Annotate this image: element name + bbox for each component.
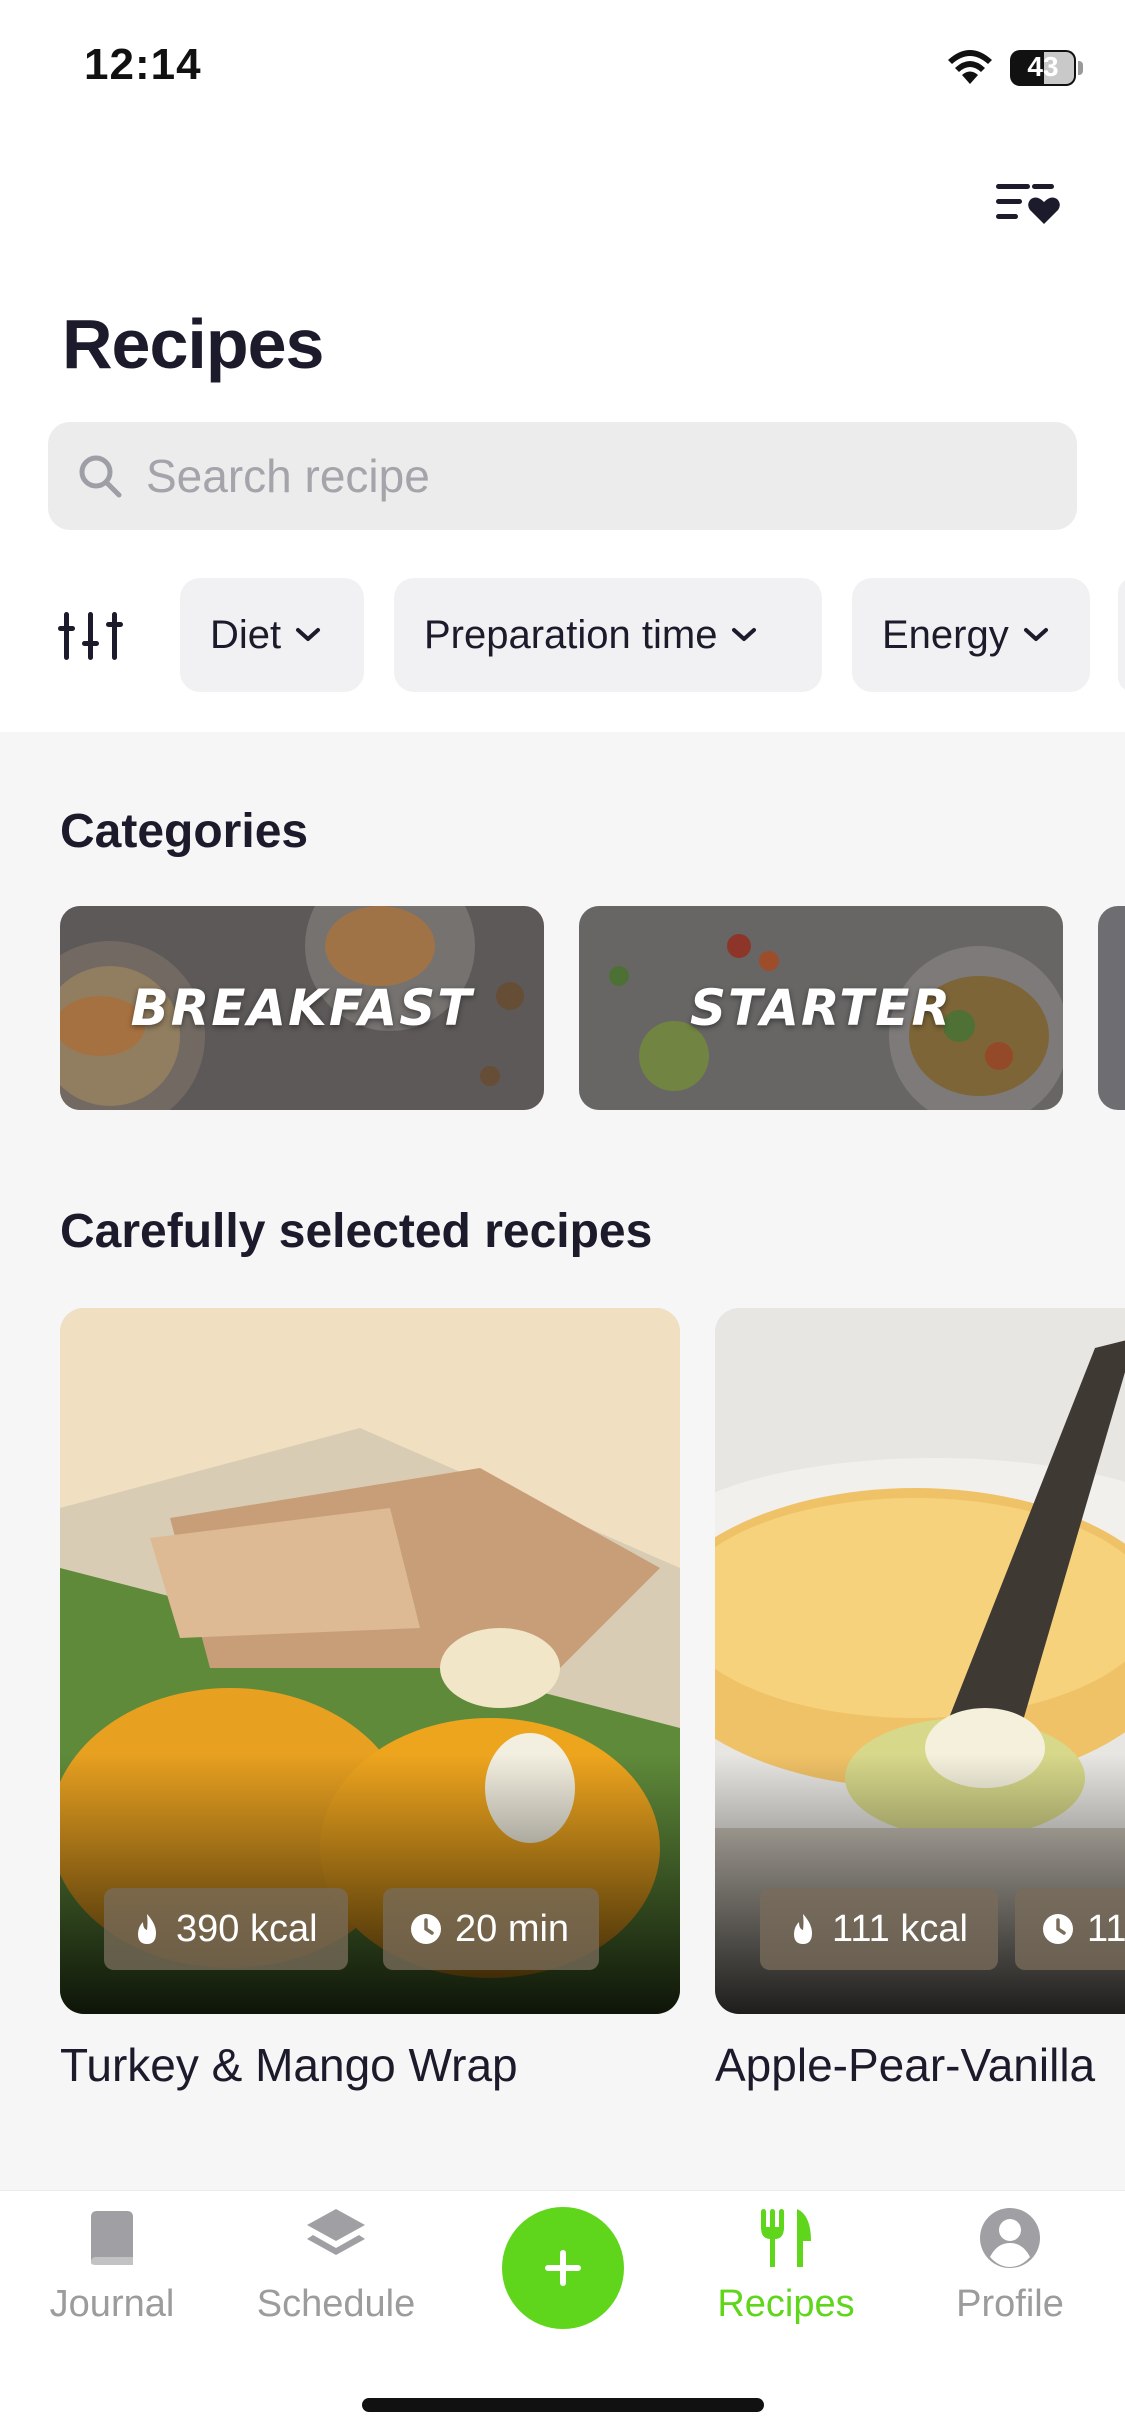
categories-title: Categories (60, 805, 309, 858)
search-bar[interactable] (48, 422, 1077, 530)
search-input[interactable] (146, 422, 1046, 530)
time-badge: 20 min (383, 1888, 600, 1970)
layers-icon (307, 2209, 365, 2255)
status-bar: 12:14 43 (0, 0, 1125, 140)
tab-schedule[interactable]: Schedule (236, 2205, 436, 2326)
plus-icon (545, 2250, 581, 2286)
category-label: BREAKFAST (130, 979, 474, 1037)
flame-icon (138, 1914, 156, 1944)
category-card-more[interactable] (1098, 906, 1125, 1110)
filter-chip-energy[interactable]: Energy (852, 578, 1090, 692)
time-value: 11 (1087, 1907, 1125, 1950)
tab-journal[interactable]: Journal (12, 2205, 212, 2326)
battery-nub (1078, 61, 1083, 75)
kcal-badge: 390 kcal (104, 1888, 348, 1970)
home-indicator (362, 2398, 764, 2412)
kcal-value: 390 kcal (176, 1907, 318, 1950)
recipe-card[interactable]: 390 kcal 20 min (60, 1308, 680, 2014)
recipe-name[interactable]: Apple-Pear-Vanilla (715, 2038, 1095, 2092)
battery-icon: 43 (1010, 50, 1076, 86)
list-heart-icon[interactable] (992, 174, 1064, 230)
content-area: Categories BREAKFAST STARTER Carefully s… (0, 732, 1125, 2190)
category-card-breakfast[interactable]: BREAKFAST (60, 906, 544, 1110)
page-title: Recipes (62, 305, 324, 383)
recipe-name[interactable]: Turkey & Mango Wrap (60, 2038, 518, 2092)
clock-icon (1043, 1914, 1073, 1944)
filter-row: Diet Preparation time Energy (0, 578, 1125, 692)
search-icon (79, 455, 122, 498)
filter-chip-preparation-time[interactable]: Preparation time (394, 578, 822, 692)
tab-profile[interactable]: Profile (910, 2205, 1110, 2326)
tab-label: Schedule (256, 2283, 416, 2325)
add-button[interactable] (502, 2207, 624, 2329)
filter-chip-label: Energy (882, 612, 1009, 657)
filter-chip-more[interactable] (1118, 578, 1125, 692)
tab-label: Profile (956, 2283, 1064, 2325)
recipe-card[interactable]: 111 kcal 11 (715, 1308, 1125, 2014)
tab-recipes[interactable]: Recipes (686, 2205, 886, 2326)
chevron-down-icon (1023, 628, 1048, 641)
user-icon (980, 2208, 1040, 2268)
status-time: 12:14 (84, 40, 202, 89)
kcal-badge: 111 kcal (760, 1888, 998, 1970)
tab-label: Journal (49, 2283, 175, 2325)
fork-knife-icon (761, 2209, 811, 2267)
selected-recipes-title: Carefully selected recipes (60, 1205, 653, 1258)
kcal-value: 111 kcal (832, 1907, 968, 1950)
category-card-starter[interactable]: STARTER (579, 906, 1063, 1110)
filter-chip-diet[interactable]: Diet (180, 578, 364, 692)
time-badge: 11 (1015, 1888, 1125, 1970)
battery-level: 43 (1027, 51, 1059, 82)
flame-icon (794, 1914, 812, 1944)
wifi-icon (948, 50, 992, 84)
image-shade (60, 1754, 680, 2014)
category-label: STARTER (690, 979, 952, 1037)
image-shade (715, 1754, 1125, 2014)
chevron-down-icon (296, 628, 321, 641)
book-icon (91, 2211, 133, 2265)
chevron-down-icon (732, 628, 757, 641)
category-image (1098, 906, 1125, 1110)
clock-icon (411, 1914, 441, 1944)
sliders-icon[interactable] (58, 608, 124, 664)
tab-label: Recipes (717, 2283, 855, 2325)
time-value: 20 min (455, 1907, 570, 1950)
filter-chip-label: Diet (210, 612, 282, 657)
filter-chip-label: Preparation time (424, 612, 718, 657)
